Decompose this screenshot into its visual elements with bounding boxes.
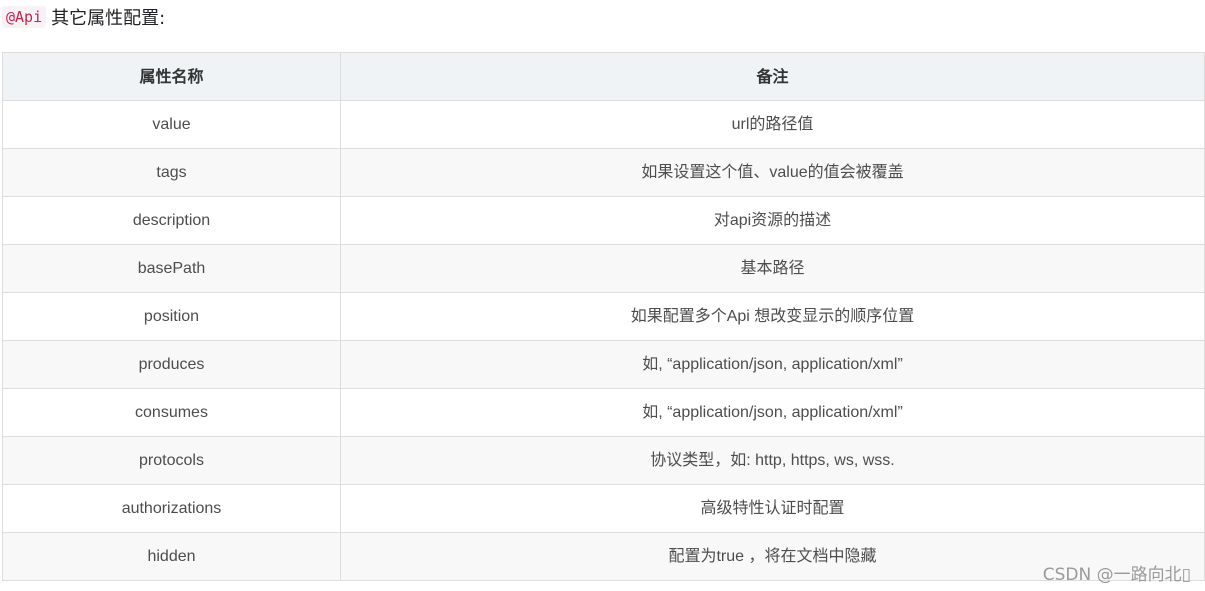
column-header-remark: 备注	[340, 52, 1205, 101]
table-row: produces 如, “application/json, applicati…	[2, 340, 1205, 389]
cell-attribute-name: position	[2, 292, 341, 341]
cell-attribute-name: authorizations	[2, 484, 341, 533]
cell-remark: 如, “application/json, application/xml”	[340, 388, 1205, 437]
table-header-row: 属性名称 备注	[2, 52, 1205, 101]
table-row: hidden 配置为true ，将在文档中隐藏	[2, 532, 1205, 581]
table-row: basePath 基本路径	[2, 244, 1205, 293]
cell-remark: 如果设置这个值、value的值会被覆盖	[340, 148, 1205, 197]
cell-remark: 基本路径	[340, 244, 1205, 293]
table-row: protocols 协议类型，如: http, https, ws, wss.	[2, 436, 1205, 485]
table-row: description 对api资源的描述	[2, 196, 1205, 245]
cell-attribute-name: produces	[2, 340, 341, 389]
cell-remark: 如果配置多个Api 想改变显示的顺序位置	[340, 292, 1205, 341]
table-row: position 如果配置多个Api 想改变显示的顺序位置	[2, 292, 1205, 341]
cell-attribute-name: basePath	[2, 244, 341, 293]
cell-remark: 如, “application/json, application/xml”	[340, 340, 1205, 389]
cell-attribute-name: protocols	[2, 436, 341, 485]
cell-attribute-name: description	[2, 196, 341, 245]
cell-attribute-name: value	[2, 100, 341, 149]
inline-code-api: @Api	[2, 6, 47, 28]
intro-line: @Api 其它属性配置:	[2, 4, 165, 30]
cell-remark: 协议类型，如: http, https, ws, wss.	[340, 436, 1205, 485]
cell-remark: 高级特性认证时配置	[340, 484, 1205, 533]
csdn-watermark: CSDN @一路向北▯	[1042, 565, 1191, 585]
table-row: value url的路径值	[2, 100, 1205, 149]
attribute-table: 属性名称 备注 value url的路径值 tags 如果设置这个值、value…	[2, 52, 1205, 581]
cell-attribute-name: tags	[2, 148, 341, 197]
column-header-attribute-name: 属性名称	[2, 52, 341, 101]
intro-text: 其它属性配置:	[51, 8, 166, 29]
table-row: consumes 如, “application/json, applicati…	[2, 388, 1205, 437]
cell-remark: url的路径值	[340, 100, 1205, 149]
cell-attribute-name: consumes	[2, 388, 341, 437]
cell-attribute-name: hidden	[2, 532, 341, 581]
table-row: tags 如果设置这个值、value的值会被覆盖	[2, 148, 1205, 197]
cell-remark: 对api资源的描述	[340, 196, 1205, 245]
table-row: authorizations 高级特性认证时配置	[2, 484, 1205, 533]
